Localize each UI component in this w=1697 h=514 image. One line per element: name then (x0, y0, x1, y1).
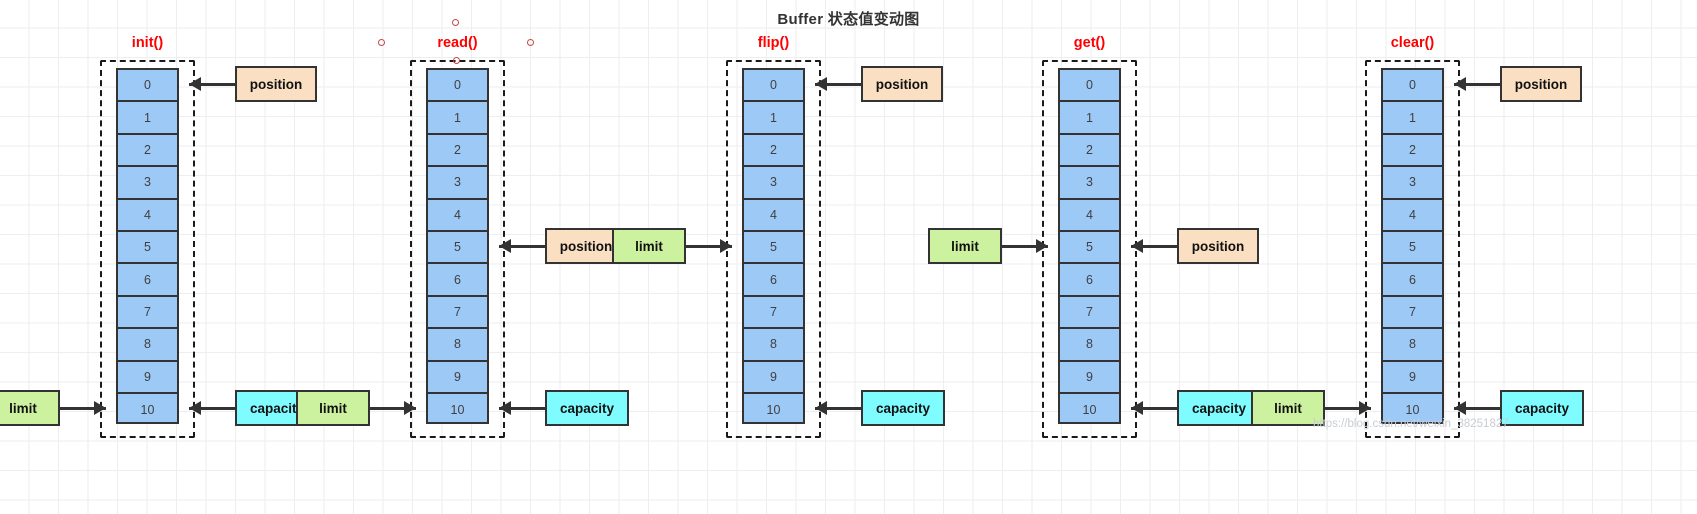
group-label-flip: flip() (757, 35, 790, 51)
buffer-cell: 7 (1383, 297, 1442, 330)
buffer-cell: 9 (1060, 362, 1119, 394)
capacity-box-get[interactable]: capacity (1177, 390, 1261, 427)
buffer-cell: 3 (1383, 167, 1442, 200)
limit-box-flip[interactable]: limit (612, 228, 686, 265)
buffer-cell: 8 (744, 329, 803, 362)
buffer-cell: 2 (118, 135, 177, 168)
buffer-cell: 4 (1060, 200, 1119, 232)
buffer-cell: 5 (428, 232, 487, 265)
watermark: https://blog.csdn.net/weixin_38251827 (1313, 418, 1509, 430)
group-label-clear: clear() (1390, 35, 1435, 51)
position-box-clear[interactable]: position (1500, 66, 1582, 103)
position-box-flip[interactable]: position (861, 66, 943, 103)
limit-box-init[interactable]: limit (0, 390, 60, 427)
diagram-canvas: Buffer 状态值变动图 init() 0 1 2 3 4 5 6 7 8 9 10 position… (0, 0, 1697, 514)
buffer-cell: 6 (1060, 264, 1119, 297)
buffer-cell: 5 (1060, 232, 1119, 265)
buffer-cell: 2 (1383, 135, 1442, 168)
capacity-box-clear[interactable]: capacity (1500, 390, 1584, 427)
buffer-cell: 8 (118, 329, 177, 362)
buffer-cell: 9 (744, 362, 803, 394)
arrow-head-flip-capacity (815, 401, 827, 416)
arrow-head-get-capacity (1131, 401, 1143, 416)
arrow-head-init-capacity (189, 401, 201, 416)
limit-box-get[interactable]: limit (928, 228, 1002, 265)
page-title: Buffer 状态值变动图 (777, 11, 920, 28)
arrow-head-get-position (1131, 239, 1143, 254)
buffer-cell: 4 (118, 200, 177, 232)
buffer-cell: 3 (744, 167, 803, 200)
buffer-cell: 10 (1082, 403, 1097, 418)
buffer-cell: 1 (744, 102, 803, 135)
group-label-read: read() (437, 35, 478, 51)
buffer-cell: 5 (744, 232, 803, 265)
capacity-box-flip[interactable]: capacity (861, 390, 945, 427)
buffer-cell: 4 (428, 200, 487, 232)
selection-handle[interactable] (527, 39, 534, 46)
arrow-head-init-position (189, 77, 201, 92)
arrow-head-clear-capacity (1454, 401, 1466, 416)
arrow-head-get-limit (1036, 239, 1048, 254)
arrow-head-init-limit (94, 401, 106, 416)
selection-handle[interactable] (453, 57, 460, 64)
buffer-cells-read: 0 1 2 3 4 5 6 7 8 9 10 (426, 68, 489, 425)
buffer-cell: 4 (1383, 200, 1442, 232)
buffer-cell: 7 (744, 297, 803, 330)
buffer-cell: 2 (1060, 135, 1119, 168)
buffer-cell: 8 (428, 329, 487, 362)
buffer-cell: 8 (1383, 329, 1442, 362)
buffer-cell: 6 (118, 264, 177, 297)
arrow-head-flip-position (815, 77, 827, 92)
limit-box-read[interactable]: limit (296, 390, 370, 427)
buffer-cell: 7 (1060, 297, 1119, 330)
position-box-init[interactable]: position (235, 66, 317, 103)
position-box-get[interactable]: position (1177, 228, 1259, 265)
buffer-cell: 7 (118, 297, 177, 330)
arrow-head-clear-limit (1359, 401, 1371, 416)
buffer-cell: 3 (428, 167, 487, 200)
buffer-cell: 0 (428, 70, 487, 103)
group-label-get: get() (1073, 35, 1106, 51)
buffer-cell: 0 (1383, 70, 1442, 103)
arrow-head-clear-position (1454, 77, 1466, 92)
buffer-cell: 1 (1060, 102, 1119, 135)
buffer-cell: 0 (118, 70, 177, 103)
selection-handle[interactable] (378, 39, 385, 46)
arrow-head-flip-limit (720, 239, 732, 254)
buffer-cell: 2 (428, 135, 487, 168)
buffer-cell: 1 (1383, 102, 1442, 135)
selection-handle[interactable] (452, 19, 459, 26)
buffer-cell: 6 (744, 264, 803, 297)
arrow-head-read-limit (404, 401, 416, 416)
buffer-cell: 3 (118, 167, 177, 200)
buffer-cell: 3 (1060, 167, 1119, 200)
buffer-cell: 6 (428, 264, 487, 297)
buffer-cell: 9 (428, 362, 487, 394)
buffer-cell: 10 (450, 403, 465, 418)
buffer-cells-init: 0 1 2 3 4 5 6 7 8 9 10 (116, 68, 179, 425)
buffer-cell: 8 (1060, 329, 1119, 362)
capacity-box-read[interactable]: capacity (545, 390, 629, 427)
buffer-cell: 0 (1060, 70, 1119, 103)
buffer-cell: 10 (766, 403, 781, 418)
buffer-cell: 2 (744, 135, 803, 168)
buffer-cell: 9 (118, 362, 177, 394)
buffer-cell: 10 (140, 403, 155, 418)
buffer-cell: 0 (744, 70, 803, 103)
arrow-head-read-capacity (499, 401, 511, 416)
buffer-cell: 9 (1383, 362, 1442, 394)
buffer-cell: 6 (1383, 264, 1442, 297)
group-label-init: init() (131, 35, 164, 51)
arrow-head-read-position (499, 239, 511, 254)
buffer-cell: 5 (118, 232, 177, 265)
buffer-cells-flip: 0 1 2 3 4 5 6 7 8 9 10 (742, 68, 805, 425)
buffer-cells-clear: 0 1 2 3 4 5 6 7 8 9 10 (1381, 68, 1444, 425)
buffer-cell: 1 (428, 102, 487, 135)
buffer-cell: 5 (1383, 232, 1442, 265)
buffer-cell: 7 (428, 297, 487, 330)
buffer-cells-get: 0 1 2 3 4 5 6 7 8 9 10 (1058, 68, 1121, 425)
buffer-cell: 4 (744, 200, 803, 232)
buffer-cell: 1 (118, 102, 177, 135)
